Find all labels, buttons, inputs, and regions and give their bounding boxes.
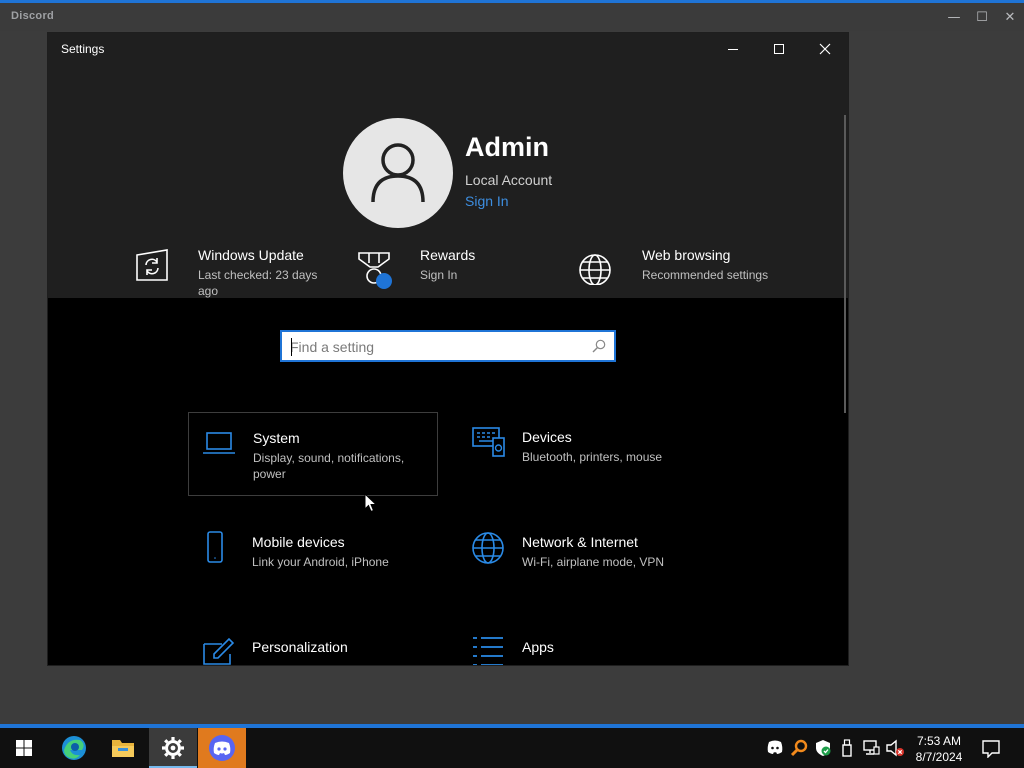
quick-item-subtitle: Last checked: 23 days ago [198, 268, 318, 298]
taskbar-clock[interactable]: 7:53 AM 8/7/2024 [908, 733, 970, 765]
text-caret [291, 338, 292, 356]
devices-icon [472, 427, 505, 457]
usb-device-icon[interactable] [840, 739, 854, 757]
clock-time: 7:53 AM [916, 734, 962, 748]
windows-update-icon [136, 249, 168, 281]
network-icon[interactable] [862, 739, 880, 757]
category-title: Personalization [252, 639, 348, 655]
search-input[interactable] [290, 338, 580, 356]
settings-window: Settings Admin Local Account Sign In Win… [48, 33, 848, 665]
security-shield-icon[interactable] [814, 739, 832, 757]
start-icon [16, 740, 32, 756]
discord-close-button[interactable]: ✕ [996, 7, 1024, 29]
edge-icon [62, 736, 86, 760]
taskbar-edge-button[interactable] [50, 728, 98, 768]
globe-icon [472, 532, 504, 564]
taskbar-file-explorer-button[interactable] [99, 728, 147, 768]
quick-item-title: Web browsing [642, 247, 731, 263]
phone-icon [207, 531, 223, 563]
file-explorer-icon [112, 740, 134, 757]
category-subtitle: Wi-Fi, airplane mode, VPN [522, 555, 665, 569]
quick-item-rewards[interactable]: Rewards Sign In [356, 245, 556, 305]
taskbar-settings-button[interactable] [149, 728, 197, 768]
category-mobile-devices[interactable]: Mobile devices Link your Android, iPhone [188, 517, 438, 601]
category-subtitle: Display, sound, notifications, power [253, 451, 405, 481]
maximize-icon [774, 44, 784, 54]
category-apps[interactable]: Apps [458, 622, 708, 665]
discord-titlebar: Discord — ☐ ✕ [0, 3, 1024, 31]
category-devices[interactable]: Devices Bluetooth, printers, mouse [458, 412, 708, 496]
close-icon [819, 43, 831, 55]
quick-item-subtitle: Sign In [420, 268, 458, 282]
magnifier-tray-icon[interactable] [790, 739, 808, 757]
category-title: System [253, 430, 300, 446]
user-name: Admin [465, 132, 549, 162]
category-title: Apps [522, 639, 554, 655]
clock-date: 8/7/2024 [915, 750, 963, 764]
settings-maximize-button[interactable] [756, 33, 802, 65]
taskbar-discord-button[interactable] [198, 728, 246, 768]
discord-title: Discord [11, 10, 55, 22]
discord-tray-icon[interactable] [766, 739, 784, 755]
personalization-icon [203, 637, 235, 665]
volume-muted-icon[interactable] [885, 739, 905, 757]
discord-maximize-button[interactable]: ☐ [968, 7, 996, 29]
settings-title: Settings [61, 42, 105, 56]
category-system[interactable]: System Display, sound, notifications, po… [188, 412, 438, 496]
user-icon [371, 143, 425, 203]
category-personalization[interactable]: Personalization [188, 622, 438, 665]
category-title: Network & Internet [522, 534, 638, 550]
search-box[interactable] [280, 330, 616, 362]
category-subtitle: Link your Android, iPhone [252, 555, 389, 569]
rewards-icon [358, 252, 392, 289]
avatar[interactable] [343, 118, 453, 228]
apps-icon [473, 637, 503, 665]
category-subtitle: Bluetooth, printers, mouse [522, 450, 663, 464]
scrollbar-thumb[interactable] [844, 115, 846, 413]
settings-titlebar: Settings [48, 33, 848, 65]
account-type: Local Account [465, 172, 553, 188]
category-title: Devices [522, 429, 572, 445]
settings-minimize-button[interactable] [710, 33, 756, 65]
settings-close-button[interactable] [802, 33, 848, 65]
discord-minimize-button[interactable]: — [940, 7, 968, 29]
quick-item-subtitle: Recommended settings [642, 268, 769, 282]
settings-icon [162, 737, 184, 759]
start-button[interactable] [0, 728, 48, 768]
laptop-icon [203, 432, 235, 454]
taskbar: 7:53 AM 8/7/2024 [0, 724, 1024, 768]
scrollbar[interactable] [842, 65, 848, 665]
discord-icon [209, 735, 235, 761]
minimize-icon [728, 49, 738, 50]
quick-item-web-browsing[interactable]: Web browsing Recommended settings [578, 245, 778, 305]
web-browsing-icon [579, 254, 611, 285]
account-header-panel: Admin Local Account Sign In Windows Upda… [48, 65, 848, 298]
category-title: Mobile devices [252, 534, 345, 550]
quick-item-windows-update[interactable]: Windows Update Last checked: 23 days ago [134, 245, 334, 305]
search-icon[interactable] [592, 339, 606, 353]
sign-in-link[interactable]: Sign In [465, 193, 509, 209]
mouse-pointer-icon [364, 493, 378, 513]
category-network-internet[interactable]: Network & Internet Wi-Fi, airplane mode,… [458, 517, 708, 601]
action-center-icon[interactable] [982, 740, 1000, 758]
quick-item-title: Rewards [420, 247, 476, 263]
quick-item-title: Windows Update [198, 247, 304, 263]
